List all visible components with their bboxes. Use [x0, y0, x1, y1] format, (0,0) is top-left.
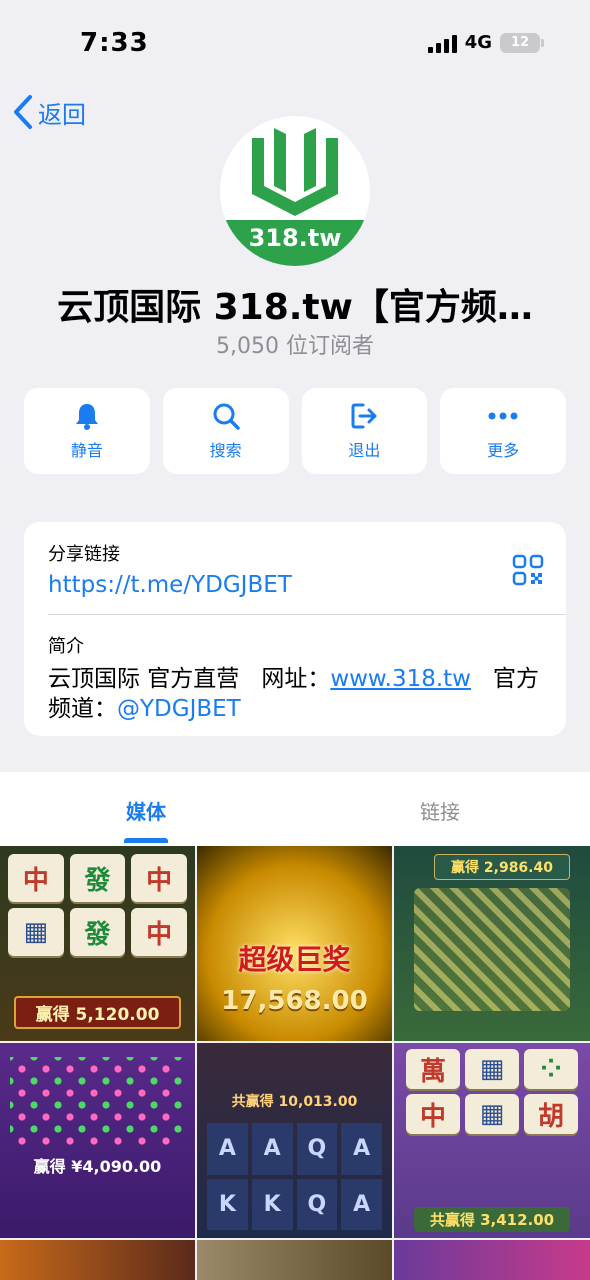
mute-label: 静音	[70, 441, 103, 460]
signal-icon	[427, 33, 457, 53]
tab-indicator	[124, 838, 168, 843]
media-thumbnail[interactable]	[197, 1240, 392, 1280]
media-thumbnail[interactable]	[394, 1240, 590, 1280]
share-link-label: 分享链接	[48, 544, 120, 565]
more-button[interactable]: 更多	[440, 388, 566, 474]
info-divider	[48, 614, 566, 615]
mahjong-tiles: 中發中 ▦ 發中	[0, 846, 195, 964]
card-grid: A A Q A K K Q A	[207, 1123, 382, 1230]
action-row: 静音 搜索 退出 更多	[24, 388, 566, 474]
status-time: 7:33	[80, 28, 149, 58]
chevron-left-icon	[14, 95, 32, 129]
more-icon	[488, 412, 518, 420]
media-thumbnail[interactable]: 超级巨奖 17,568.00	[197, 846, 392, 1041]
status-bar: 7:33 4G 12	[0, 0, 590, 86]
qr-code-icon[interactable]	[512, 554, 544, 586]
bell-icon	[75, 404, 98, 430]
media-thumbnail[interactable]: 赢得 2,986.40	[394, 846, 590, 1041]
bio-label: 简介	[48, 636, 84, 657]
bio-text: 云顶国际 官方直营 网址：www.318.tw 官方频道：@YDGJBET	[48, 664, 540, 724]
bio-section: 简介 云顶国际 官方直营 网址：www.318.tw 官方频道：@YDGJBET	[48, 632, 540, 724]
mute-button[interactable]: 静音	[24, 388, 150, 474]
exit-button[interactable]: 退出	[301, 388, 428, 474]
search-label: 搜索	[209, 441, 242, 460]
media-thumbnail[interactable]: 萬 ▦ ⁘ 中 ▦ 胡 共赢得 3,412.00	[394, 1043, 590, 1238]
media-caption: 17,568.00	[221, 986, 368, 1016]
exit-label: 退出	[348, 441, 381, 460]
candy-grid	[10, 1057, 185, 1147]
game-board	[414, 888, 570, 1011]
status-indicators: 4G 12	[427, 32, 544, 53]
media-caption: 赢得 2,986.40	[434, 854, 570, 880]
mahjong-tiles: 萬 ▦ ⁘ 中 ▦ 胡	[394, 1043, 590, 1140]
book-logo-icon	[252, 128, 338, 216]
channel-info-card: 分享链接 https://t.me/YDGJBET 简介 云顶国际 官方直营 网址…	[24, 522, 566, 736]
channel-title: 云顶国际 318.tw【官方频…	[57, 287, 533, 328]
media-caption: 赢得 ¥4,090.00	[33, 1157, 162, 1176]
exit-icon	[351, 403, 377, 429]
more-label: 更多	[487, 441, 520, 460]
media-thumbnail[interactable]: 赢得 ¥4,090.00	[0, 1043, 195, 1238]
avatar-text: 318.tw	[248, 224, 342, 252]
search-icon	[213, 403, 240, 430]
back-label: 返回	[38, 100, 86, 129]
media-banner: 超级巨奖	[238, 943, 351, 976]
tab-media[interactable]: 媒体	[126, 796, 166, 825]
media-caption: 共赢得 3,412.00	[414, 1207, 570, 1232]
channel-avatar[interactable]: 318.tw	[220, 116, 370, 266]
media-caption: 赢得 5,120.00	[14, 996, 181, 1029]
media-grid: 中發中 ▦ 發中 赢得 5,120.00 超级巨奖 17,568.00 赢得 2,…	[0, 846, 590, 1280]
avatar-band: 318.tw	[220, 220, 370, 266]
tab-links[interactable]: 链接	[420, 796, 460, 825]
back-button[interactable]: 返回	[12, 94, 86, 130]
media-thumbnail[interactable]	[0, 1240, 195, 1280]
media-thumbnail[interactable]: 中發中 ▦ 發中 赢得 5,120.00	[0, 846, 195, 1041]
battery-icon: 12	[500, 32, 544, 53]
search-button[interactable]: 搜索	[162, 388, 289, 474]
bio-website-link[interactable]: www.318.tw	[330, 666, 471, 692]
bio-part2: 网址：	[261, 666, 331, 692]
network-type: 4G	[464, 32, 492, 53]
bio-handle-link[interactable]: @YDGJBET	[117, 696, 241, 722]
bio-part1: 云顶国际 官方直营	[48, 666, 240, 692]
tabs-bar: 媒体 链接	[0, 772, 590, 846]
share-link[interactable]: https://t.me/YDGJBET	[48, 572, 292, 598]
battery-level: 12	[510, 35, 530, 50]
subscriber-count: 5,050 位订阅者	[216, 334, 374, 359]
media-caption: 共赢得 10,013.00	[231, 1094, 358, 1110]
share-section: 分享链接 https://t.me/YDGJBET	[48, 540, 292, 598]
media-thumbnail[interactable]: 共赢得 10,013.00 A A Q A K K Q A	[197, 1043, 392, 1238]
